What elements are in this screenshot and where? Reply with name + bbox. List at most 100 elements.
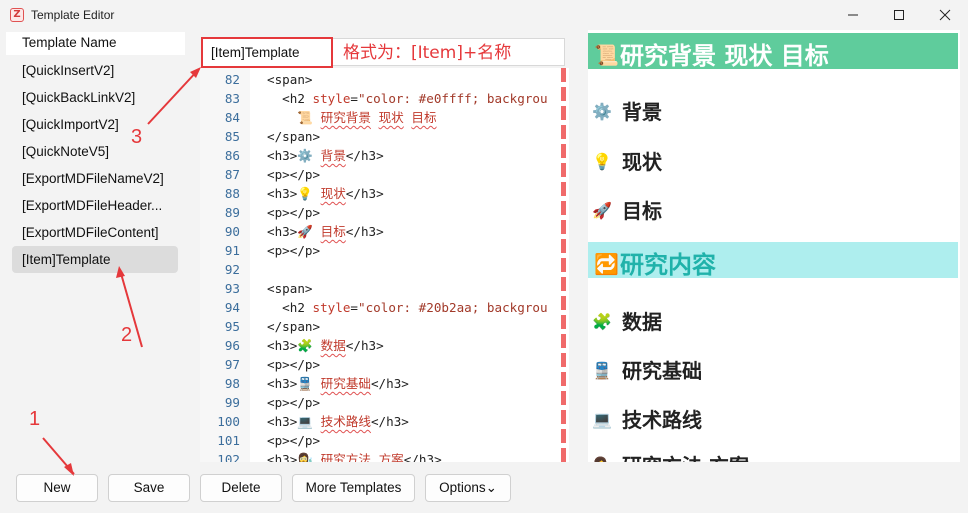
code-lines: 82 <span> 83 <h2 style="color: #e0ffff; ba… bbox=[200, 70, 569, 462]
code-line: 89 <p></p> bbox=[200, 203, 569, 222]
save-button[interactable]: Save bbox=[108, 474, 190, 502]
more-templates-button[interactable]: More Templates bbox=[292, 474, 415, 502]
list-item[interactable]: [QuickImportV2] bbox=[12, 111, 178, 138]
code-line: 86 <h3>⚙️ 背景</h3> bbox=[200, 146, 569, 165]
template-list: [QuickInsertV2] [QuickBackLinkV2] [Quick… bbox=[12, 57, 178, 273]
preview-subheading-text: 研究基础 bbox=[622, 359, 702, 383]
preview-subheading: 🚆 研究基础 bbox=[592, 355, 702, 384]
line-number: 82 bbox=[224, 72, 240, 87]
list-item[interactable]: [ExportMDFileNameV2] bbox=[12, 165, 178, 192]
code-text: <h2 style="color: #20b2aa; backgrou bbox=[267, 300, 548, 315]
code-line: 91 <p></p> bbox=[200, 241, 569, 260]
code-text: <span> bbox=[267, 281, 313, 296]
code-text: <h3>🚆 研究基础</h3> bbox=[267, 376, 409, 391]
line-number: 87 bbox=[224, 167, 240, 182]
maximize-button[interactable] bbox=[876, 0, 922, 30]
code-line: 97 <p></p> bbox=[200, 355, 569, 374]
preview-subheading: 🧩 数据 bbox=[592, 306, 662, 335]
line-number: 101 bbox=[217, 433, 240, 448]
code-line: 92 bbox=[200, 260, 569, 279]
list-item[interactable]: [QuickNoteV5] bbox=[12, 138, 178, 165]
code-line: 100 <h3>💻 技术路线</h3> bbox=[200, 412, 569, 431]
preview-subheading: 👩‍🔬研究方法 方案 bbox=[592, 450, 749, 462]
delete-button[interactable]: Delete bbox=[200, 474, 282, 502]
puzzle-icon: 🧩 bbox=[592, 312, 612, 331]
line-number: 95 bbox=[224, 319, 240, 334]
line-number: 96 bbox=[224, 338, 240, 353]
close-button[interactable] bbox=[922, 0, 968, 30]
preview-subheading: 💡 现状 bbox=[592, 146, 662, 175]
code-text: <h3>👩‍🔬 研究方法 方案</h3> bbox=[267, 452, 442, 462]
preview-heading-text: 研究内容 bbox=[620, 251, 716, 279]
code-text: <h2 style="color: #e0ffff; backgrou bbox=[267, 91, 548, 106]
minimize-icon bbox=[848, 14, 858, 16]
template-list-header[interactable]: Template Name bbox=[6, 32, 185, 55]
code-line: 102 <h3>👩‍🔬 研究方法 方案</h3> bbox=[200, 450, 569, 462]
code-text: <h3>💻 技术路线</h3> bbox=[267, 414, 409, 429]
preview-subheading-text: 现状 bbox=[622, 150, 662, 174]
app-logo-icon: Z bbox=[10, 8, 24, 22]
line-number: 99 bbox=[224, 395, 240, 410]
close-icon bbox=[939, 9, 951, 21]
line-number: 84 bbox=[224, 110, 240, 125]
preview-heading-research-content: 🔁研究内容 bbox=[588, 242, 958, 279]
line-number: 93 bbox=[224, 281, 240, 296]
code-text: <p></p> bbox=[267, 205, 321, 220]
line-number: 102 bbox=[217, 452, 240, 462]
line-number: 90 bbox=[224, 224, 240, 239]
preview-subheading: 💻 技术路线 bbox=[592, 404, 702, 433]
code-line: 99 <p></p> bbox=[200, 393, 569, 412]
chevron-down-icon: ⌄ bbox=[485, 480, 497, 495]
list-item[interactable]: [ExportMDFileContent] bbox=[12, 219, 178, 246]
annotation-number-2: 2 bbox=[121, 324, 133, 346]
code-line: 83 <h2 style="color: #e0ffff; backgrou bbox=[200, 89, 569, 108]
title-bar: Z Template Editor bbox=[0, 0, 968, 30]
list-item[interactable]: [QuickBackLinkV2] bbox=[12, 84, 178, 111]
code-line: 90 <h3>🚀 目标</h3> bbox=[200, 222, 569, 241]
line-number: 89 bbox=[224, 205, 240, 220]
line-number: 86 bbox=[224, 148, 240, 163]
laptop-icon: 💻 bbox=[592, 410, 612, 429]
code-line: 85 </span> bbox=[200, 127, 569, 146]
list-item[interactable]: [QuickInsertV2] bbox=[12, 57, 178, 84]
template-name-input[interactable]: [Item]Template bbox=[201, 37, 333, 68]
code-text: </span> bbox=[267, 129, 321, 144]
line-number: 85 bbox=[224, 129, 240, 144]
scientist-icon: 👩‍🔬 bbox=[592, 456, 622, 462]
preview-subheading-text: 目标 bbox=[622, 199, 662, 223]
preview-pane: 📜研究背景 现状 目标 ⚙️ 背景 💡 现状 🚀 目标 🔁研究内容 🧩 数据 🚆 研究基础… bbox=[588, 30, 960, 462]
line-number: 88 bbox=[224, 186, 240, 201]
code-editor[interactable]: 82 <span> 83 <h2 style="color: #e0ffff; ba… bbox=[200, 68, 569, 462]
options-button[interactable]: Options⌄ bbox=[425, 474, 511, 502]
preview-subheading: ⚙️ 背景 bbox=[592, 96, 662, 125]
preview-subheading-text: 技术路线 bbox=[622, 408, 702, 432]
preview-subheading-text: 背景 bbox=[622, 100, 662, 124]
code-line: 87 <p></p> bbox=[200, 165, 569, 184]
annotation-number-3: 3 bbox=[131, 126, 143, 148]
rocket-icon: 🚀 bbox=[592, 201, 612, 220]
code-text: <h3>🧩 数据</h3> bbox=[267, 338, 384, 353]
repeat-icon: 🔁 bbox=[594, 252, 619, 276]
code-line: 98 <h3>🚆 研究基础</h3> bbox=[200, 374, 569, 393]
preview-subheading-text: 数据 bbox=[622, 310, 662, 334]
annotation-number-1: 1 bbox=[29, 408, 41, 430]
code-text: <p></p> bbox=[267, 433, 321, 448]
preview-subheading-text: 研究方法 方案 bbox=[622, 454, 749, 462]
format-annotation: 格式为：[Item]+名称 bbox=[343, 43, 512, 63]
code-text: </span> bbox=[267, 319, 321, 334]
list-item[interactable]: [ExportMDFileHeader... bbox=[12, 192, 178, 219]
minimize-button[interactable] bbox=[830, 0, 876, 30]
new-button[interactable]: New bbox=[16, 474, 98, 502]
window-title: Template Editor bbox=[31, 8, 115, 22]
maximize-icon bbox=[894, 10, 904, 20]
scroll-icon: 📜 bbox=[594, 43, 619, 67]
line-number: 83 bbox=[224, 91, 240, 106]
code-line: 82 <span> bbox=[200, 70, 569, 89]
line-number: 98 bbox=[224, 376, 240, 391]
line-number: 92 bbox=[224, 262, 240, 277]
list-item-selected[interactable]: [Item]Template bbox=[12, 246, 178, 273]
code-text: <h3>💡 现状</h3> bbox=[267, 186, 384, 201]
code-text: <h3>⚙️ 背景</h3> bbox=[267, 148, 384, 163]
code-line: 101 <p></p> bbox=[200, 431, 569, 450]
code-text: <p></p> bbox=[267, 243, 321, 258]
